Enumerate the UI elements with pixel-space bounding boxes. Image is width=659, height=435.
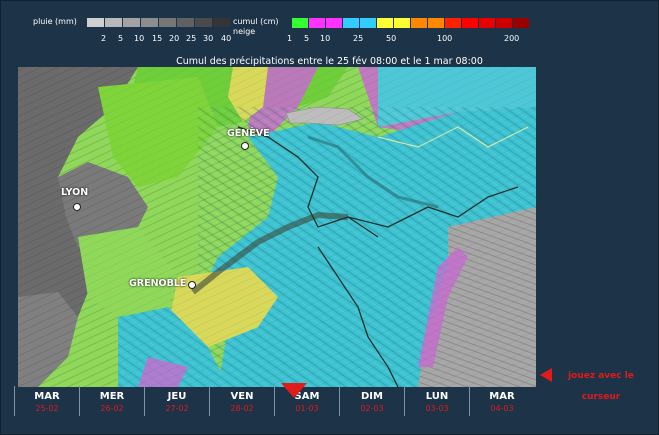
snow-swatch — [292, 18, 309, 28]
rain-legend-scale — [87, 18, 231, 27]
precipitation-map: GENÈVE LYON GRENOBLE — [18, 67, 536, 387]
snow-swatch — [479, 18, 496, 28]
timeline-day-date: 04-03 — [490, 404, 514, 413]
rain-swatch — [141, 18, 159, 27]
snow-swatch — [360, 18, 377, 28]
city-marker-geneve — [241, 142, 249, 150]
map-title: Cumul des précipitations entre le 25 fév… — [176, 56, 483, 67]
rain-swatch — [123, 18, 141, 27]
timeline-day-name: JEU — [167, 391, 187, 402]
timeline-day-7[interactable]: MAR 04-03 — [469, 386, 534, 416]
timeline-day-0[interactable]: MAR 25-02 — [14, 386, 79, 416]
timeline-day-name: MAR — [34, 391, 60, 402]
snow-tick-label: 100 — [437, 34, 453, 43]
relief-map-svg — [18, 67, 536, 387]
rain-tick-label: 10 — [134, 34, 145, 43]
city-marker-lyon — [73, 203, 81, 211]
city-label-lyon: LYON — [61, 187, 89, 198]
snow-swatch — [462, 18, 479, 28]
rain-tick-label: 15 — [152, 34, 163, 43]
snow-legend-label: cumul (cm) — [233, 17, 279, 26]
cursor-hint-line2: curseur — [581, 392, 621, 402]
snow-swatch — [343, 18, 360, 28]
rain-swatch — [105, 18, 123, 27]
timeline-day-name: MAR — [489, 391, 515, 402]
snow-tick-label: 25 — [353, 34, 364, 43]
snow-swatch — [309, 18, 326, 28]
rain-swatch — [213, 18, 231, 27]
snow-legend-sublabel: neige — [233, 27, 256, 36]
timeline-day-name: DIM — [361, 391, 383, 402]
snow-legend-scale — [292, 18, 530, 28]
rain-tick-label: 5 — [118, 34, 124, 43]
snow-swatch — [411, 18, 428, 28]
snow-swatch — [377, 18, 394, 28]
timeline-day-date: 03-03 — [425, 404, 449, 413]
cursor-hint: jouez avec le curseur — [555, 366, 647, 408]
timeline-day-1[interactable]: MER 26-02 — [79, 386, 144, 416]
snow-tick-label: 5 — [304, 34, 310, 43]
timeline-day-date: 28-02 — [230, 404, 254, 413]
snow-swatch — [513, 18, 530, 28]
timeline-day-date: 02-03 — [360, 404, 384, 413]
timeline-day-name: VEN — [230, 391, 254, 402]
snow-tick-label: 10 — [320, 34, 331, 43]
city-label-grenoble: GRENOBLE — [129, 278, 187, 289]
timeline-day-5[interactable]: DIM 02-03 — [339, 386, 404, 416]
rain-legend-label: pluie (mm) — [33, 17, 77, 26]
left-arrow-icon — [540, 368, 552, 382]
timeline-day-date: 27-02 — [165, 404, 189, 413]
snow-swatch — [428, 18, 445, 28]
snow-tick-label: 1 — [287, 34, 293, 43]
day-timeline: MAR 25-02 MER 26-02 JEU 27-02 VEN 28-02 SAM 01-03… — [14, 386, 534, 416]
timeline-day-2[interactable]: JEU 27-02 — [144, 386, 209, 416]
timeline-day-date: 26-02 — [100, 404, 124, 413]
timeline-day-date: 25-02 — [35, 404, 59, 413]
rain-tick-label: 40 — [221, 34, 232, 43]
timeline-day-name: LUN — [425, 391, 449, 402]
snow-swatch — [394, 18, 411, 28]
city-marker-grenoble — [188, 281, 196, 289]
timeline-day-name: MER — [99, 391, 125, 402]
snow-tick-label: 50 — [386, 34, 397, 43]
rain-swatch — [87, 18, 105, 27]
cursor-hint-line1: jouez avec le — [568, 371, 634, 381]
snow-swatch — [445, 18, 462, 28]
city-label-geneve: GENÈVE — [227, 128, 270, 139]
rain-swatch — [177, 18, 195, 27]
rain-swatch — [159, 18, 177, 27]
timeline-day-6[interactable]: LUN 03-03 — [404, 386, 469, 416]
timeline-cursor[interactable] — [281, 383, 307, 398]
timeline-day-date: 01-03 — [295, 404, 319, 413]
rain-tick-label: 2 — [101, 34, 107, 43]
snow-swatch — [496, 18, 513, 28]
timeline-day-3[interactable]: VEN 28-02 — [209, 386, 274, 416]
rain-swatch — [195, 18, 213, 27]
rain-tick-label: 25 — [186, 34, 197, 43]
snow-tick-label: 200 — [504, 34, 520, 43]
rain-tick-label: 30 — [203, 34, 214, 43]
snow-swatch — [326, 18, 343, 28]
rain-tick-label: 20 — [169, 34, 180, 43]
